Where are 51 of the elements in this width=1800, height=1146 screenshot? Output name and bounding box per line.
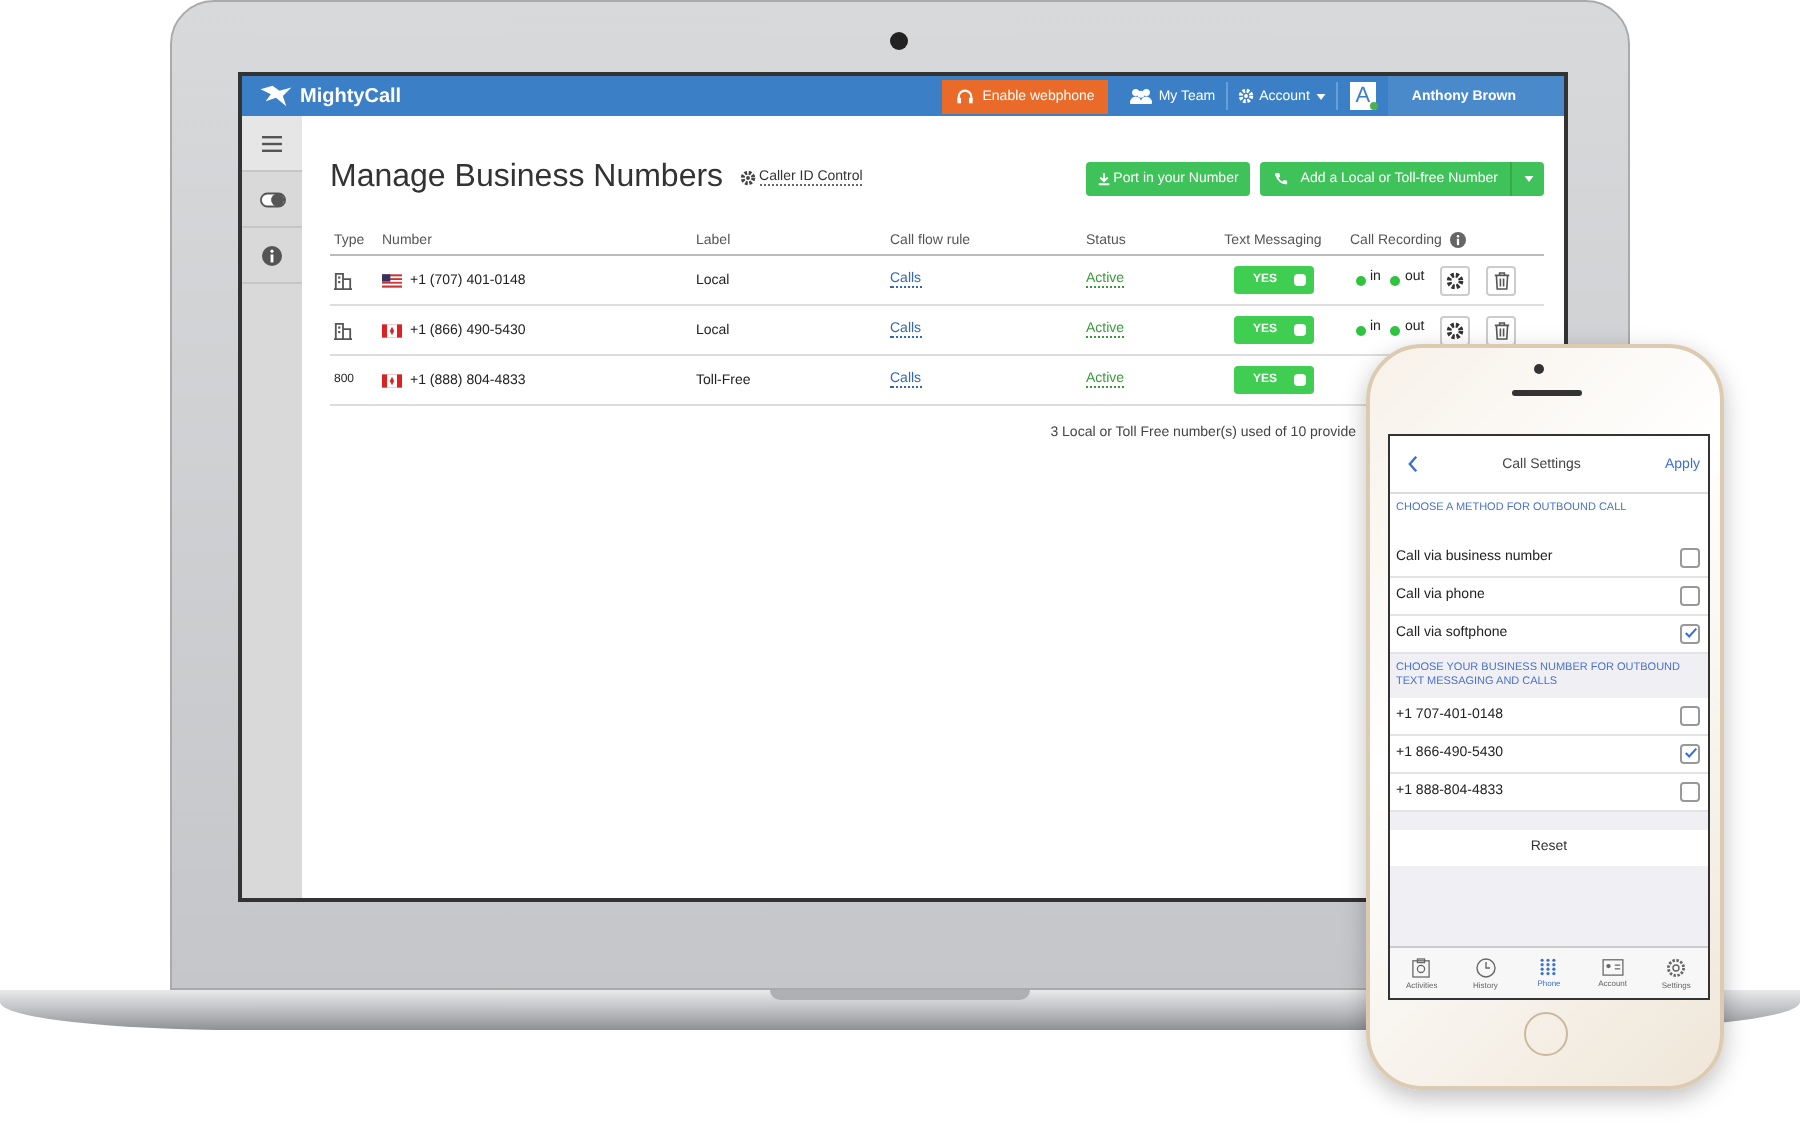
menu-icon	[262, 135, 282, 151]
avatar-letter: A	[1355, 84, 1371, 108]
gear-icon	[1237, 88, 1254, 104]
phone-camera-icon	[1534, 364, 1544, 374]
status-dot-icon	[1390, 275, 1401, 285]
building-icon	[334, 321, 352, 339]
caret-icon	[1315, 93, 1326, 99]
people-icon	[1130, 88, 1153, 104]
phone-icon	[1274, 171, 1289, 185]
camera-icon	[890, 32, 908, 50]
trash-icon	[1493, 321, 1510, 339]
flag-icon	[382, 323, 402, 337]
phone-speaker-icon	[1512, 390, 1582, 396]
toggle-icon	[259, 191, 285, 207]
page-title: Manage Business Numbers	[330, 160, 724, 196]
checkbox[interactable]	[1680, 781, 1700, 802]
checkbox[interactable]	[1680, 623, 1700, 644]
download-icon	[1097, 171, 1110, 185]
checkbox[interactable]	[1680, 585, 1700, 606]
headset-icon	[956, 87, 975, 105]
clipboard-icon	[1412, 957, 1431, 977]
delete-button[interactable]	[1486, 315, 1517, 345]
flag-icon	[382, 373, 402, 387]
checkbox[interactable]	[1680, 743, 1700, 764]
gear-icon	[739, 170, 756, 186]
avatar[interactable]: A	[1349, 82, 1376, 110]
contact-card-icon	[1601, 958, 1624, 976]
bird-logo-icon	[258, 84, 294, 108]
back-chevron-icon	[1408, 456, 1418, 472]
logo-text[interactable]: MightyCall	[300, 85, 402, 107]
keypad-icon	[1540, 958, 1557, 976]
status-dot-icon	[1356, 275, 1366, 285]
settings-button[interactable]	[1440, 315, 1471, 345]
info-icon	[1449, 232, 1466, 248]
settings-icon	[1666, 957, 1687, 977]
settings-button[interactable]	[1440, 265, 1471, 295]
caret-icon	[1524, 175, 1534, 181]
checkbox[interactable]	[1680, 547, 1700, 568]
flag-icon	[382, 273, 402, 287]
trash-icon	[1493, 271, 1510, 289]
back-button[interactable]	[1408, 456, 1418, 472]
delete-button[interactable]	[1486, 265, 1517, 295]
checkbox[interactable]	[1680, 705, 1700, 726]
settings-icon	[1446, 321, 1465, 339]
sidebar-item[interactable]	[242, 116, 302, 172]
clock-icon	[1475, 957, 1496, 977]
status-dot-icon	[1390, 325, 1401, 335]
info-icon	[262, 245, 282, 265]
building-icon	[334, 271, 352, 289]
settings-icon	[1446, 271, 1465, 289]
status-dot-icon	[1356, 325, 1366, 335]
